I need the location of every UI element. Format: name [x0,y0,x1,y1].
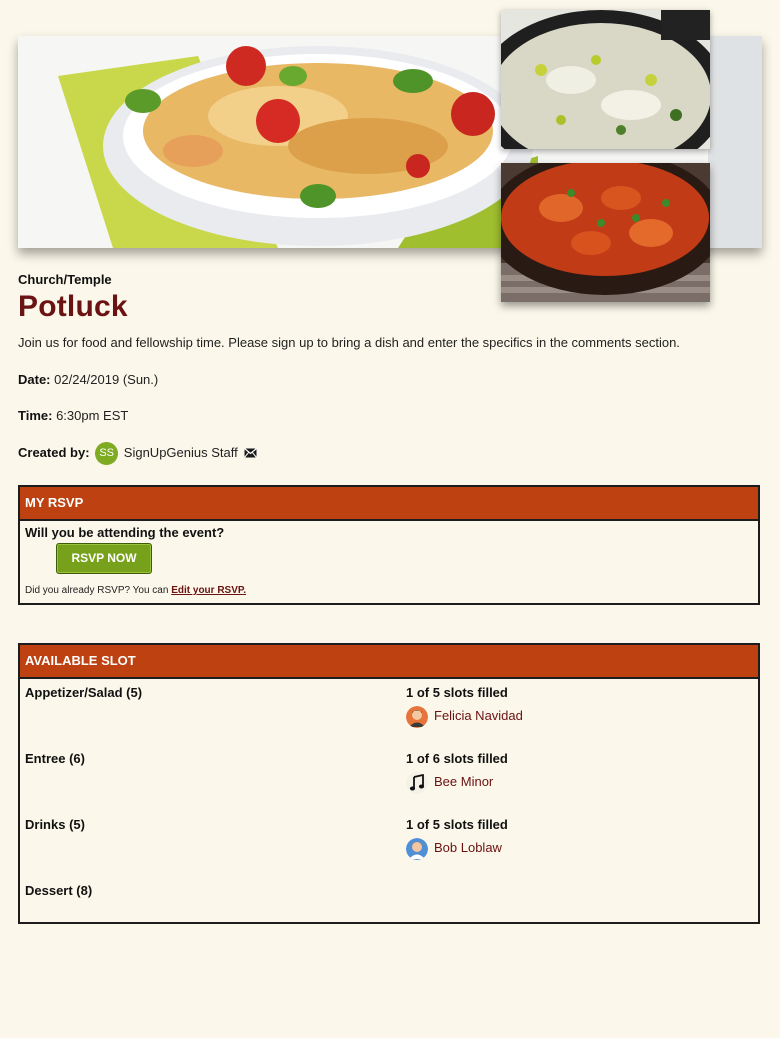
slot-name: Drinks (5) [25,817,85,832]
signup-name: Bob Loblaw [434,840,502,855]
creator-name[interactable]: SignUpGenius Staff [124,445,238,460]
event-date: Date: 02/24/2019 (Sun.) [18,372,158,387]
slot-name: Appetizer/Salad (5) [25,685,143,700]
slot-name: Dessert (8) [25,883,93,898]
edit-rsvp-link[interactable]: Edit your RSVP. [171,585,246,596]
slot-fill-count: 1 of 6 slots filled [406,751,508,766]
rsvp-panel: MY RSVP Will you be attending the event?… [18,485,760,605]
slot-fill-count: 1 of 5 slots filled [406,817,508,832]
rice-skillet-image [501,10,710,149]
slot-fill-count: 1 of 5 slots filled [406,685,508,700]
slot-row: Dessert (8) [20,877,758,943]
rsvp-header: MY RSVP [20,487,758,521]
rsvp-now-button[interactable]: RSVP NOW [56,543,152,574]
time-label: Time: [18,408,53,423]
slot-row: Drinks (5) 1 of 5 slots filled Bob Lobla… [20,811,758,877]
created-label: Created by: [18,444,90,460]
slots-header: AVAILABLE SLOT [20,645,758,679]
rsvp-question: Will you be attending the event? [25,525,225,540]
signup-entry[interactable]: Bee Minor [406,770,493,794]
slot-row: Appetizer/Salad (5) 1 of 5 slots filled … [20,679,758,745]
signup-name: Bee Minor [434,774,494,789]
slot-row: Entree (6) 1 of 6 slots filled Bee Minor [20,745,758,811]
signup-entry[interactable]: Felicia Navidad [406,704,523,728]
event-creator: Created by: SS SignUpGenius Staff [18,442,258,465]
slots-panel: AVAILABLE SLOT Appetizer/Salad (5) 1 of … [18,643,760,924]
event-description: Join us for food and fellowship time. Pl… [18,335,680,350]
signup-entry[interactable]: Bob Loblaw [406,836,502,860]
rsvp-note: Did you already RSVP? You can Edit your … [25,585,246,596]
curry-dish-image [501,163,710,302]
event-time: Time: 6:30pm EST [18,408,128,423]
time-value: 6:30pm EST [56,408,129,423]
date-value: 02/24/2019 (Sun.) [54,372,159,387]
signup-name: Felicia Navidad [434,708,523,723]
person-avatar-icon [406,837,428,860]
music-note-icon [406,771,428,794]
creator-avatar: SS [95,442,119,465]
date-label: Date: [18,372,51,387]
person-avatar-icon [406,705,428,728]
email-icon[interactable] [244,446,258,461]
rsvp-note-text: Did you already RSVP? You can [25,585,169,596]
slot-name: Entree (6) [25,751,85,766]
event-title: Potluck [18,290,128,323]
event-category: Church/Temple [18,272,112,287]
